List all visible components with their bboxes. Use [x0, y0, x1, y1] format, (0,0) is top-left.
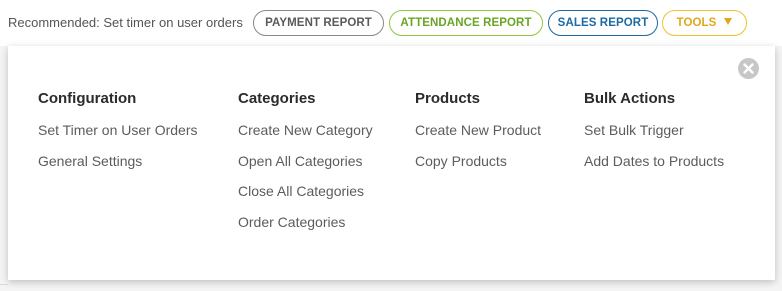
column-heading: Configuration	[38, 90, 137, 107]
close-icon	[743, 63, 754, 74]
menu-item-add-dates-to-products[interactable]: Add Dates to Products	[584, 152, 724, 183]
menu-item-open-all-categories[interactable]: Open All Categories	[238, 152, 373, 183]
column-heading: Bulk Actions	[584, 90, 676, 107]
sales-report-button[interactable]: SALES REPORT	[548, 10, 658, 36]
column-heading: Products	[415, 90, 481, 107]
menu-item-copy-products[interactable]: Copy Products	[415, 152, 541, 183]
caret-down-icon	[724, 18, 733, 26]
menu-item-close-all-categories[interactable]: Close All Categories	[238, 182, 373, 213]
menu-item-set-timer-on-user-orders[interactable]: Set Timer on User Orders	[38, 121, 198, 152]
menu-column-configuration: Configuration Set Timer on User Orders G…	[38, 90, 198, 182]
tools-label: TOOLS	[676, 17, 717, 29]
menu-item-set-bulk-trigger[interactable]: Set Bulk Trigger	[584, 121, 724, 152]
column-heading: Categories	[238, 90, 316, 107]
payment-report-button[interactable]: PAYMENT REPORT	[253, 10, 384, 36]
menu-item-general-settings[interactable]: General Settings	[38, 152, 198, 183]
top-toolbar: Recommended: Set timer on user orders PA…	[0, 0, 782, 46]
close-button[interactable]	[738, 58, 759, 79]
attendance-report-button[interactable]: ATTENDANCE REPORT	[389, 10, 543, 36]
recommended-link[interactable]: Recommended: Set timer on user orders	[8, 15, 243, 30]
tools-dropdown-button[interactable]: TOOLS	[662, 10, 747, 36]
menu-item-create-new-category[interactable]: Create New Category	[238, 121, 373, 152]
menu-column-categories: Categories Create New Category Open All …	[238, 90, 373, 243]
menu-item-create-new-product[interactable]: Create New Product	[415, 121, 541, 152]
menu-column-bulk-actions: Bulk Actions Set Bulk Trigger Add Dates …	[584, 90, 724, 182]
divider	[0, 284, 8, 285]
menu-column-products: Products Create New Product Copy Product…	[415, 90, 541, 182]
menu-item-order-categories[interactable]: Order Categories	[238, 213, 373, 244]
tools-menu-panel: Configuration Set Timer on User Orders G…	[8, 46, 775, 280]
